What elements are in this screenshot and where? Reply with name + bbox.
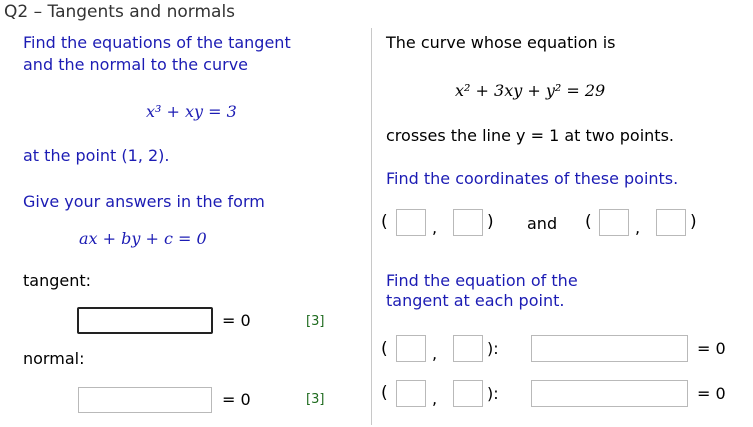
tan1-colon: ): (487, 339, 499, 358)
crosses-line-text: crosses the line y = 1 at two points. (386, 126, 674, 145)
coord2-open-paren: ( (585, 212, 592, 232)
tangent-marks: [3] (306, 314, 325, 329)
point1-y-input[interactable] (453, 209, 483, 236)
tan2-colon: ): (487, 384, 499, 403)
left-instruction-line2: and the normal to the curve (23, 55, 248, 74)
tan1-open-paren: ( (381, 339, 388, 359)
coord1-open-paren: ( (381, 212, 388, 232)
find-tangent-line1: Find the equation of the (386, 271, 578, 290)
normal-label: normal: (23, 349, 85, 368)
tan1-equals-zero: = 0 (697, 339, 726, 358)
question-title: Q2 – Tangents and normals (4, 2, 236, 22)
coord1-comma: , (432, 218, 438, 237)
form-prompt: Give your answers in the form (23, 192, 265, 211)
right-curve-equation: x² + 3xy + y² = 29 (455, 81, 606, 100)
point2-x-input[interactable] (599, 209, 629, 236)
normal-answer-input[interactable] (78, 387, 212, 413)
find-tangent-line2: tangent at each point. (386, 291, 565, 310)
left-instruction-line1: Find the equations of the tangent (23, 33, 291, 52)
normal-equals-zero: = 0 (222, 390, 251, 409)
form-equation: ax + by + c = 0 (79, 229, 207, 248)
tangent-answer-input[interactable] (77, 307, 213, 334)
tangent2-point-y-input[interactable] (453, 380, 483, 407)
point2-y-input[interactable] (656, 209, 686, 236)
point1-x-input[interactable] (396, 209, 426, 236)
normal-marks: [3] (306, 392, 325, 407)
tangent1-equation-input[interactable] (531, 335, 688, 362)
left-curve-equation: x³ + xy = 3 (146, 102, 237, 121)
column-divider (371, 28, 372, 425)
tangent2-equation-input[interactable] (531, 380, 688, 407)
tan2-comma: , (432, 389, 438, 408)
coord1-close-paren: ) (487, 212, 494, 232)
find-coordinates-text: Find the coordinates of these points. (386, 169, 679, 188)
tan2-open-paren: ( (381, 383, 388, 403)
and-label: and (527, 214, 558, 233)
tangent-equals-zero: = 0 (222, 311, 251, 330)
coord2-close-paren: ) (690, 212, 697, 232)
coord2-comma: , (635, 218, 641, 237)
tangent1-point-x-input[interactable] (396, 335, 426, 362)
tan2-equals-zero: = 0 (697, 384, 726, 403)
tan1-comma: , (432, 344, 438, 363)
tangent1-point-y-input[interactable] (453, 335, 483, 362)
tangent-label: tangent: (23, 271, 92, 290)
curve-intro: The curve whose equation is (386, 33, 616, 52)
tangent2-point-x-input[interactable] (396, 380, 426, 407)
left-point-text: at the point (1, 2). (23, 146, 170, 165)
